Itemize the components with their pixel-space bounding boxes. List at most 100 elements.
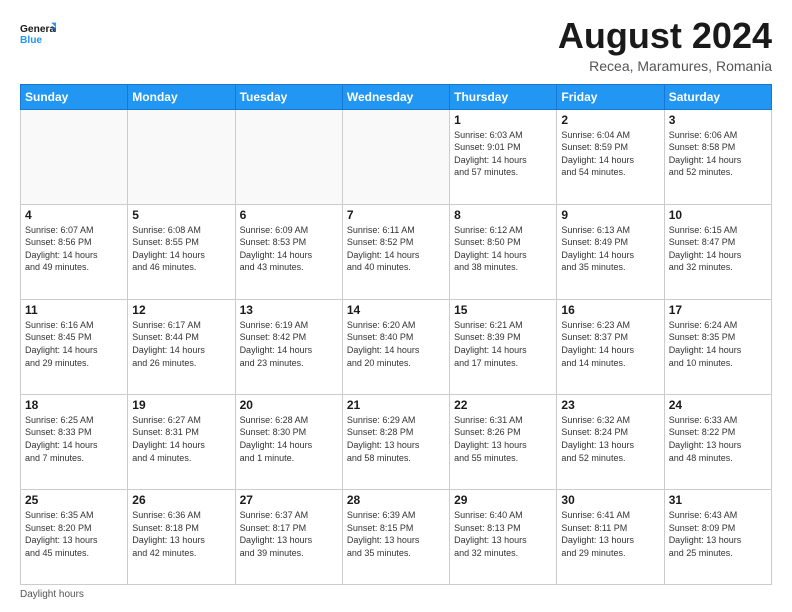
- day-info: Sunrise: 6:40 AM Sunset: 8:13 PM Dayligh…: [454, 509, 552, 559]
- day-info: Sunrise: 6:24 AM Sunset: 8:35 PM Dayligh…: [669, 319, 767, 369]
- day-info: Sunrise: 6:41 AM Sunset: 8:11 PM Dayligh…: [561, 509, 659, 559]
- calendar-cell: 2 Sunrise: 6:04 AM Sunset: 8:59 PM Daylig…: [557, 109, 664, 204]
- day-number: 24: [669, 398, 767, 412]
- week-row-1: 1 Sunrise: 6:03 AM Sunset: 9:01 PM Daylig…: [21, 109, 772, 204]
- day-info: Sunrise: 6:09 AM Sunset: 8:53 PM Dayligh…: [240, 224, 338, 274]
- day-number: 28: [347, 493, 445, 507]
- col-saturday: Saturday: [664, 84, 771, 109]
- calendar-cell: 20 Sunrise: 6:28 AM Sunset: 8:30 PM Dayli…: [235, 394, 342, 489]
- day-info: Sunrise: 6:31 AM Sunset: 8:26 PM Dayligh…: [454, 414, 552, 464]
- calendar-cell: [235, 109, 342, 204]
- title-block: August 2024 Recea, Maramures, Romania: [558, 16, 772, 74]
- day-number: 19: [132, 398, 230, 412]
- day-number: 29: [454, 493, 552, 507]
- day-number: 11: [25, 303, 123, 317]
- day-info: Sunrise: 6:13 AM Sunset: 8:49 PM Dayligh…: [561, 224, 659, 274]
- day-number: 20: [240, 398, 338, 412]
- day-info: Sunrise: 6:28 AM Sunset: 8:30 PM Dayligh…: [240, 414, 338, 464]
- day-info: Sunrise: 6:43 AM Sunset: 8:09 PM Dayligh…: [669, 509, 767, 559]
- day-number: 25: [25, 493, 123, 507]
- page: General Blue August 2024 Recea, Maramure…: [0, 0, 792, 612]
- calendar-cell: 8 Sunrise: 6:12 AM Sunset: 8:50 PM Daylig…: [450, 204, 557, 299]
- col-friday: Friday: [557, 84, 664, 109]
- week-row-4: 18 Sunrise: 6:25 AM Sunset: 8:33 PM Dayli…: [21, 394, 772, 489]
- col-monday: Monday: [128, 84, 235, 109]
- day-number: 18: [25, 398, 123, 412]
- day-info: Sunrise: 6:36 AM Sunset: 8:18 PM Dayligh…: [132, 509, 230, 559]
- day-number: 12: [132, 303, 230, 317]
- calendar-cell: [128, 109, 235, 204]
- day-number: 13: [240, 303, 338, 317]
- day-number: 8: [454, 208, 552, 222]
- day-number: 5: [132, 208, 230, 222]
- calendar-cell: 19 Sunrise: 6:27 AM Sunset: 8:31 PM Dayli…: [128, 394, 235, 489]
- logo: General Blue: [20, 16, 56, 52]
- calendar-cell: 9 Sunrise: 6:13 AM Sunset: 8:49 PM Daylig…: [557, 204, 664, 299]
- day-number: 1: [454, 113, 552, 127]
- calendar: Sunday Monday Tuesday Wednesday Thursday…: [20, 84, 772, 585]
- day-number: 22: [454, 398, 552, 412]
- calendar-cell: 27 Sunrise: 6:37 AM Sunset: 8:17 PM Dayli…: [235, 489, 342, 584]
- header: General Blue August 2024 Recea, Maramure…: [20, 16, 772, 74]
- calendar-cell: 12Sunrise: 6:17 AM Sunset: 8:44 PM Dayli…: [128, 299, 235, 394]
- calendar-cell: 25 Sunrise: 6:35 AM Sunset: 8:20 PM Dayli…: [21, 489, 128, 584]
- calendar-cell: [21, 109, 128, 204]
- day-number: 16: [561, 303, 659, 317]
- day-number: 15: [454, 303, 552, 317]
- calendar-cell: 1 Sunrise: 6:03 AM Sunset: 9:01 PM Daylig…: [450, 109, 557, 204]
- calendar-cell: 18 Sunrise: 6:25 AM Sunset: 8:33 PM Dayli…: [21, 394, 128, 489]
- calendar-cell: 21Sunrise: 6:29 AM Sunset: 8:28 PM Dayli…: [342, 394, 449, 489]
- col-sunday: Sunday: [21, 84, 128, 109]
- day-info: Sunrise: 6:06 AM Sunset: 8:58 PM Dayligh…: [669, 129, 767, 179]
- day-info: Sunrise: 6:23 AM Sunset: 8:37 PM Dayligh…: [561, 319, 659, 369]
- day-number: 2: [561, 113, 659, 127]
- week-row-5: 25 Sunrise: 6:35 AM Sunset: 8:20 PM Dayli…: [21, 489, 772, 584]
- day-number: 26: [132, 493, 230, 507]
- calendar-cell: 28 Sunrise: 6:39 AM Sunset: 8:15 PM Dayli…: [342, 489, 449, 584]
- day-info: Sunrise: 6:04 AM Sunset: 8:59 PM Dayligh…: [561, 129, 659, 179]
- day-info: Sunrise: 6:37 AM Sunset: 8:17 PM Dayligh…: [240, 509, 338, 559]
- calendar-cell: 17 Sunrise: 6:24 AM Sunset: 8:35 PM Dayli…: [664, 299, 771, 394]
- col-tuesday: Tuesday: [235, 84, 342, 109]
- day-info: Sunrise: 6:03 AM Sunset: 9:01 PM Dayligh…: [454, 129, 552, 179]
- calendar-cell: 7Sunrise: 6:11 AM Sunset: 8:52 PM Daylig…: [342, 204, 449, 299]
- day-info: Sunrise: 6:21 AM Sunset: 8:39 PM Dayligh…: [454, 319, 552, 369]
- calendar-cell: 14Sunrise: 6:20 AM Sunset: 8:40 PM Dayli…: [342, 299, 449, 394]
- week-row-2: 4Sunrise: 6:07 AM Sunset: 8:56 PM Daylig…: [21, 204, 772, 299]
- day-info: Sunrise: 6:16 AM Sunset: 8:45 PM Dayligh…: [25, 319, 123, 369]
- day-number: 17: [669, 303, 767, 317]
- day-number: 3: [669, 113, 767, 127]
- calendar-cell: 16 Sunrise: 6:23 AM Sunset: 8:37 PM Dayli…: [557, 299, 664, 394]
- day-number: 23: [561, 398, 659, 412]
- day-number: 31: [669, 493, 767, 507]
- calendar-cell: 15 Sunrise: 6:21 AM Sunset: 8:39 PM Dayli…: [450, 299, 557, 394]
- calendar-cell: 11 Sunrise: 6:16 AM Sunset: 8:45 PM Dayli…: [21, 299, 128, 394]
- svg-text:General: General: [20, 24, 56, 35]
- calendar-cell: 29 Sunrise: 6:40 AM Sunset: 8:13 PM Dayli…: [450, 489, 557, 584]
- day-info: Sunrise: 6:12 AM Sunset: 8:50 PM Dayligh…: [454, 224, 552, 274]
- day-number: 21: [347, 398, 445, 412]
- day-number: 9: [561, 208, 659, 222]
- day-number: 27: [240, 493, 338, 507]
- week-row-3: 11 Sunrise: 6:16 AM Sunset: 8:45 PM Dayli…: [21, 299, 772, 394]
- calendar-cell: 26 Sunrise: 6:36 AM Sunset: 8:18 PM Dayli…: [128, 489, 235, 584]
- calendar-cell: [342, 109, 449, 204]
- calendar-cell: 23Sunrise: 6:32 AM Sunset: 8:24 PM Dayli…: [557, 394, 664, 489]
- footer-note: Daylight hours: [20, 589, 772, 600]
- day-info: Sunrise: 6:39 AM Sunset: 8:15 PM Dayligh…: [347, 509, 445, 559]
- calendar-cell: 30 Sunrise: 6:41 AM Sunset: 8:11 PM Dayli…: [557, 489, 664, 584]
- day-info: Sunrise: 6:27 AM Sunset: 8:31 PM Dayligh…: [132, 414, 230, 464]
- subtitle: Recea, Maramures, Romania: [558, 58, 772, 74]
- day-info: Sunrise: 6:25 AM Sunset: 8:33 PM Dayligh…: [25, 414, 123, 464]
- calendar-cell: 5Sunrise: 6:08 AM Sunset: 8:55 PM Daylig…: [128, 204, 235, 299]
- day-info: Sunrise: 6:35 AM Sunset: 8:20 PM Dayligh…: [25, 509, 123, 559]
- calendar-cell: 31 Sunrise: 6:43 AM Sunset: 8:09 PM Dayli…: [664, 489, 771, 584]
- col-wednesday: Wednesday: [342, 84, 449, 109]
- calendar-cell: 13Sunrise: 6:19 AM Sunset: 8:42 PM Dayli…: [235, 299, 342, 394]
- svg-text:Blue: Blue: [20, 35, 42, 46]
- day-number: 14: [347, 303, 445, 317]
- day-number: 30: [561, 493, 659, 507]
- day-number: 10: [669, 208, 767, 222]
- calendar-header-row: Sunday Monday Tuesday Wednesday Thursday…: [21, 84, 772, 109]
- calendar-cell: 4Sunrise: 6:07 AM Sunset: 8:56 PM Daylig…: [21, 204, 128, 299]
